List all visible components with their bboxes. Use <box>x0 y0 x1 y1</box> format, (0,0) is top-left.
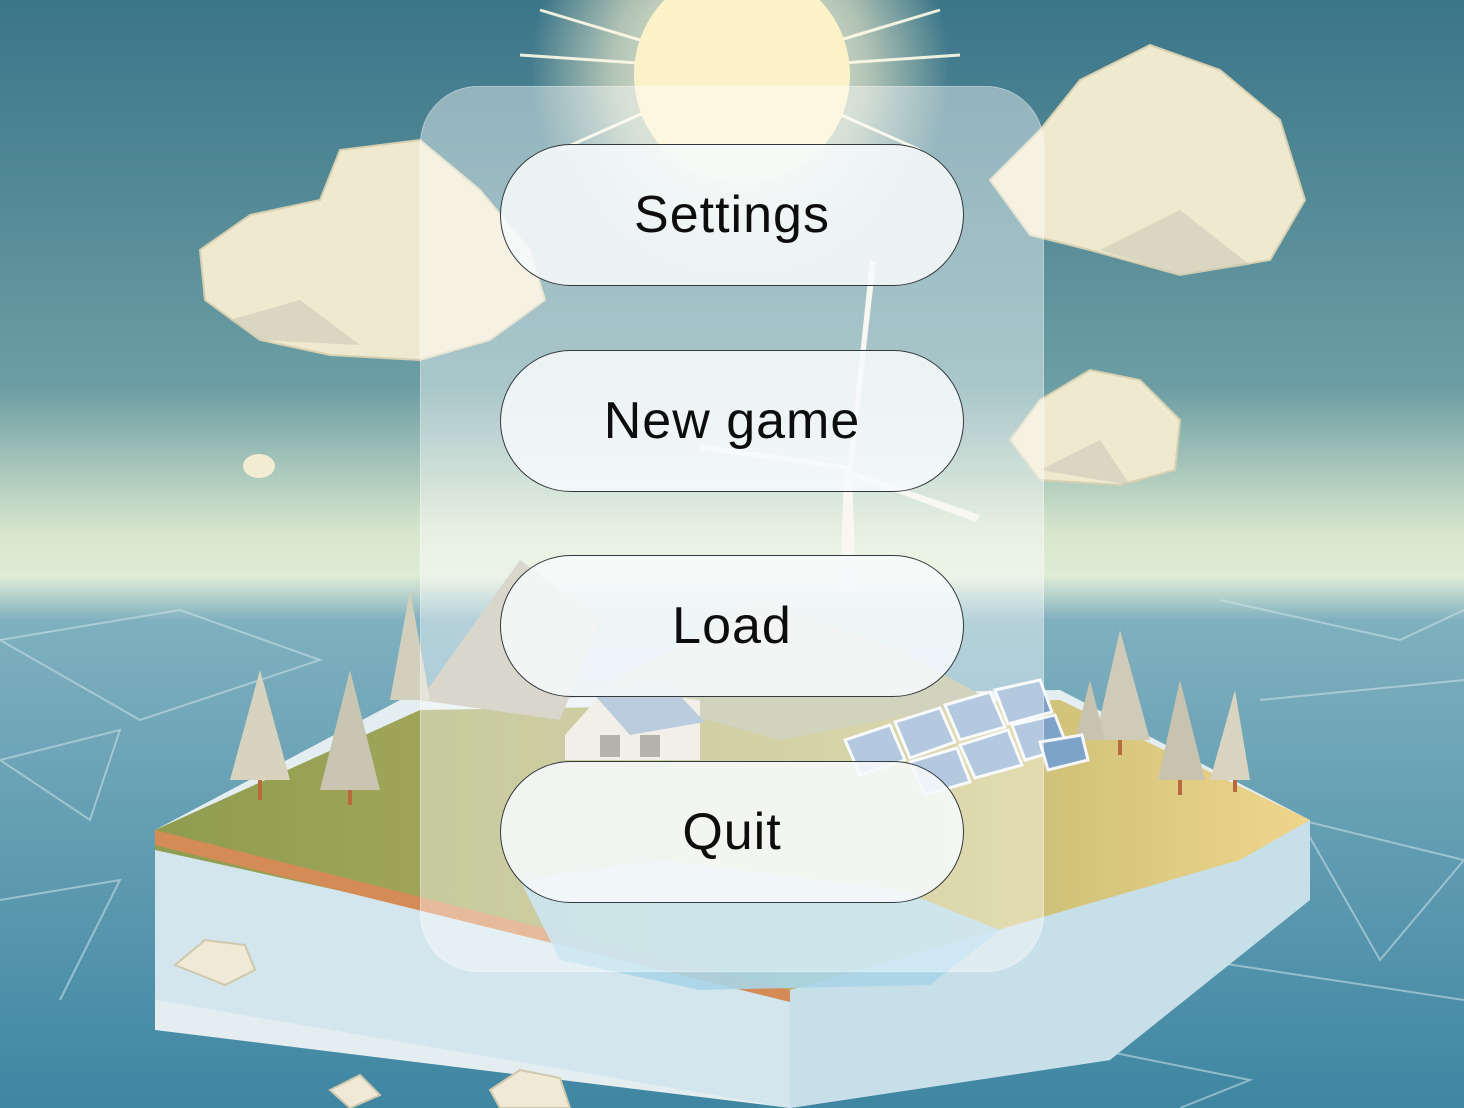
new-game-button[interactable]: New game <box>500 350 964 492</box>
load-button[interactable]: Load <box>500 555 964 697</box>
main-menu-panel: Settings New game Load Quit <box>420 86 1044 972</box>
quit-button[interactable]: Quit <box>500 761 964 903</box>
settings-button[interactable]: Settings <box>500 144 964 286</box>
